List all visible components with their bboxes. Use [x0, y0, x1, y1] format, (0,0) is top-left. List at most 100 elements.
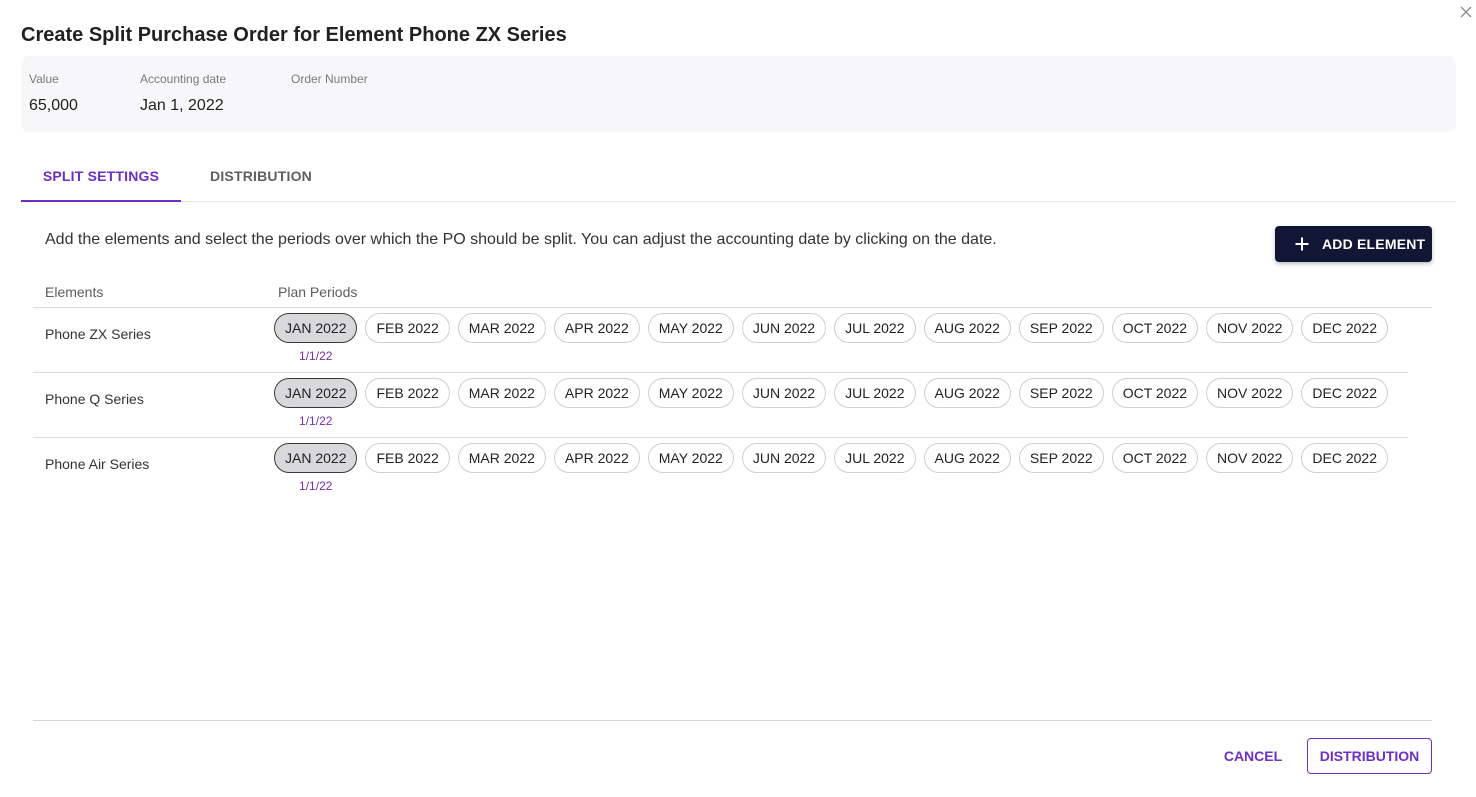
elements-column-header: Elements — [45, 284, 104, 300]
period-chip[interactable]: MAR 2022 — [457, 313, 546, 343]
period-chip[interactable]: OCT 2022 — [1111, 443, 1199, 473]
period-chip-wrapper: JUL 2022 — [834, 378, 916, 408]
period-chip-wrapper: MAR 2022 — [457, 313, 546, 343]
element-name: Phone ZX Series — [45, 326, 151, 342]
period-chip-list: JAN 2022 1/1/22 FEB 2022 MAR 2022 APR 2022 MA… — [274, 378, 1388, 428]
footer-divider — [33, 720, 1432, 721]
period-chip[interactable]: JUN 2022 — [741, 313, 827, 343]
period-chip-wrapper: OCT 2022 — [1111, 378, 1199, 408]
period-chip[interactable]: DEC 2022 — [1301, 313, 1388, 343]
period-chip-wrapper: OCT 2022 — [1111, 313, 1199, 343]
cancel-button[interactable]: CANCEL — [1210, 738, 1296, 774]
element-row: Phone Q Series JAN 2022 1/1/22 FEB 2022 MAR … — [33, 372, 1433, 437]
period-chip[interactable]: SEP 2022 — [1018, 378, 1104, 408]
element-rows: Phone ZX Series JAN 2022 1/1/22 FEB 2022 MAR… — [33, 307, 1433, 502]
period-chip[interactable]: AUG 2022 — [923, 443, 1011, 473]
period-chip[interactable]: NOV 2022 — [1206, 378, 1294, 408]
period-chip[interactable]: SEP 2022 — [1018, 443, 1104, 473]
period-chip-wrapper: OCT 2022 — [1111, 443, 1199, 473]
element-name: Phone Q Series — [45, 391, 144, 407]
period-chip[interactable]: NOV 2022 — [1206, 443, 1294, 473]
distribution-button[interactable]: DISTRIBUTION — [1307, 738, 1432, 774]
period-chip-wrapper: JAN 2022 1/1/22 — [274, 443, 358, 493]
period-chip-wrapper: JUL 2022 — [834, 313, 916, 343]
period-chip-wrapper: NOV 2022 — [1206, 313, 1294, 343]
tab-bar: SPLIT SETTINGS DISTRIBUTION — [21, 158, 1456, 202]
period-chip[interactable]: FEB 2022 — [365, 313, 450, 343]
instructions-text: Add the elements and select the periods … — [45, 231, 997, 248]
period-chip-wrapper: AUG 2022 — [923, 313, 1011, 343]
period-chip[interactable]: MAY 2022 — [647, 313, 734, 343]
period-chip[interactable]: APR 2022 — [553, 378, 640, 408]
period-chip[interactable]: MAR 2022 — [457, 443, 546, 473]
accounting-date-link[interactable]: 1/1/22 — [274, 414, 357, 428]
period-chip-wrapper: SEP 2022 — [1018, 313, 1104, 343]
order-number-label: Order Number — [291, 72, 368, 86]
period-chip-wrapper: JUN 2022 — [741, 378, 827, 408]
tab-distribution[interactable]: DISTRIBUTION — [181, 158, 341, 202]
period-chip-wrapper: JAN 2022 1/1/22 — [274, 378, 358, 428]
period-chip[interactable]: JAN 2022 — [274, 378, 358, 408]
tab-split-settings[interactable]: SPLIT SETTINGS — [21, 158, 181, 202]
accounting-date-value: Jan 1, 2022 — [140, 97, 224, 114]
period-chip-wrapper: AUG 2022 — [923, 378, 1011, 408]
period-chip[interactable]: JAN 2022 — [274, 313, 358, 343]
period-chip[interactable]: DEC 2022 — [1301, 378, 1388, 408]
period-chip[interactable]: DEC 2022 — [1301, 443, 1388, 473]
add-element-label: ADD ELEMENT — [1322, 236, 1426, 252]
period-chip-wrapper: SEP 2022 — [1018, 378, 1104, 408]
row-divider — [33, 372, 1408, 373]
period-chip-wrapper: FEB 2022 — [365, 313, 450, 343]
value-amount: 65,000 — [29, 97, 78, 114]
row-divider — [33, 437, 1408, 438]
period-chip[interactable]: OCT 2022 — [1111, 378, 1199, 408]
row-divider — [33, 307, 1432, 308]
period-chip[interactable]: FEB 2022 — [365, 443, 450, 473]
period-chip-wrapper: JUN 2022 — [741, 313, 827, 343]
period-chip-wrapper: MAY 2022 — [647, 313, 734, 343]
period-chip[interactable]: APR 2022 — [553, 443, 640, 473]
add-element-button[interactable]: ADD ELEMENT — [1275, 226, 1432, 262]
dialog-title: Create Split Purchase Order for Element … — [21, 24, 567, 46]
period-chip[interactable]: JUN 2022 — [741, 378, 827, 408]
plus-icon — [1294, 236, 1310, 252]
period-chip[interactable]: MAY 2022 — [647, 443, 734, 473]
period-chip-list: JAN 2022 1/1/22 FEB 2022 MAR 2022 APR 2022 MA… — [274, 443, 1388, 493]
accounting-date-link[interactable]: 1/1/22 — [274, 479, 357, 493]
period-chip-wrapper: SEP 2022 — [1018, 443, 1104, 473]
element-name: Phone Air Series — [45, 456, 150, 472]
period-chip[interactable]: MAR 2022 — [457, 378, 546, 408]
period-chip[interactable]: OCT 2022 — [1111, 313, 1199, 343]
period-chip-wrapper: APR 2022 — [553, 378, 640, 408]
period-chip-wrapper: DEC 2022 — [1301, 313, 1388, 343]
period-chip-wrapper: NOV 2022 — [1206, 378, 1294, 408]
period-chip[interactable]: APR 2022 — [553, 313, 640, 343]
period-chip-wrapper: JUL 2022 — [834, 443, 916, 473]
period-chip[interactable]: JUL 2022 — [834, 313, 916, 343]
element-row: Phone Air Series JAN 2022 1/1/22 FEB 2022 MA… — [33, 437, 1433, 502]
period-chip[interactable]: AUG 2022 — [923, 378, 1011, 408]
period-chip-wrapper: APR 2022 — [553, 443, 640, 473]
period-chip[interactable]: JUL 2022 — [834, 378, 916, 408]
close-icon[interactable] — [1460, 6, 1476, 22]
period-chip-list: JAN 2022 1/1/22 FEB 2022 MAR 2022 APR 2022 MA… — [274, 313, 1388, 363]
period-chip-wrapper: MAR 2022 — [457, 378, 546, 408]
period-chip-wrapper: JAN 2022 1/1/22 — [274, 313, 358, 363]
period-chip[interactable]: MAY 2022 — [647, 378, 734, 408]
period-chip-wrapper: MAY 2022 — [647, 443, 734, 473]
plan-periods-column-header: Plan Periods — [278, 284, 358, 300]
period-chip[interactable]: SEP 2022 — [1018, 313, 1104, 343]
period-chip[interactable]: JAN 2022 — [274, 443, 358, 473]
period-chip-wrapper: MAR 2022 — [457, 443, 546, 473]
period-chip-wrapper: DEC 2022 — [1301, 443, 1388, 473]
period-chip[interactable]: JUN 2022 — [741, 443, 827, 473]
accounting-date-label: Accounting date — [140, 72, 227, 86]
period-chip[interactable]: FEB 2022 — [365, 378, 450, 408]
value-label: Value — [29, 72, 59, 86]
period-chip[interactable]: NOV 2022 — [1206, 313, 1294, 343]
period-chip-wrapper: DEC 2022 — [1301, 378, 1388, 408]
accounting-date-link[interactable]: 1/1/22 — [274, 349, 357, 363]
period-chip[interactable]: JUL 2022 — [834, 443, 916, 473]
period-chip-wrapper: MAY 2022 — [647, 378, 734, 408]
period-chip[interactable]: AUG 2022 — [923, 313, 1011, 343]
